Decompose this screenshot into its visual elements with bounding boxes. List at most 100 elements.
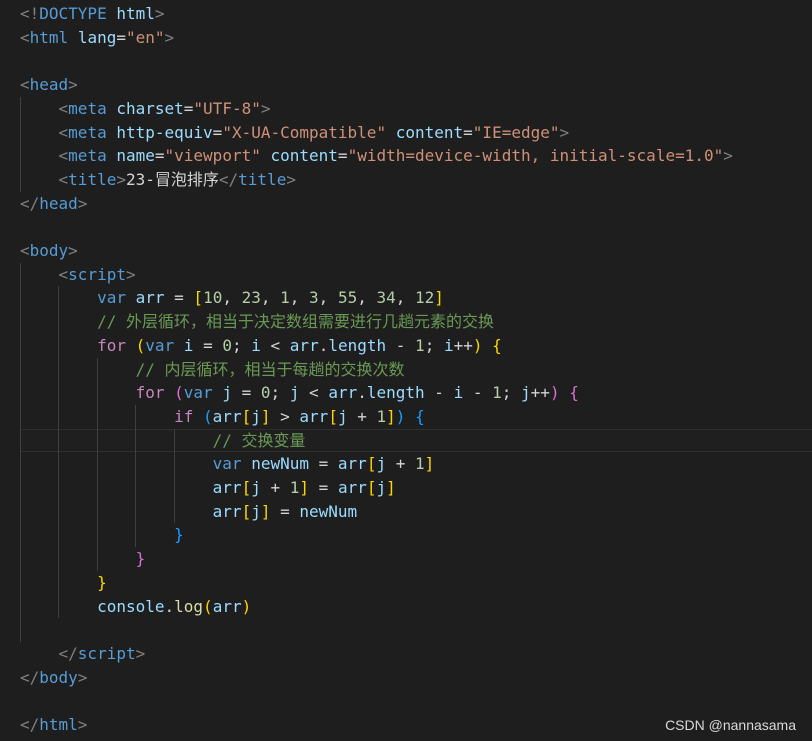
code-token: ,	[260, 288, 281, 308]
code-token: meta	[68, 122, 107, 142]
code-token: >	[77, 193, 88, 213]
code-editor[interactable]: <!DOCTYPE html> <html lang="en"> <head> <m…	[0, 0, 812, 741]
code-token: ;	[501, 383, 522, 403]
code-token: =	[154, 146, 165, 166]
code-line: }	[20, 571, 107, 595]
code-token: j	[337, 406, 348, 426]
code-line: console.log(arr)	[20, 595, 251, 619]
code-line: <html lang="en">	[20, 26, 174, 50]
code-token: =	[116, 27, 126, 47]
code-line: arr[j] = newNum	[20, 500, 358, 524]
code-line: <meta charset="UTF-8">	[20, 97, 271, 121]
code-token: >	[270, 406, 300, 426]
code-token: if	[174, 406, 194, 426]
code-token: arr	[289, 335, 319, 355]
code-token: var	[212, 454, 242, 474]
code-token: [	[241, 501, 252, 521]
code-token: title	[238, 169, 287, 189]
code-token: <	[58, 146, 69, 166]
code-token: <	[58, 169, 69, 189]
code-token: body	[29, 241, 69, 260]
code-token: =	[183, 98, 194, 118]
code-token: script	[77, 643, 136, 663]
code-token: 0	[222, 335, 232, 355]
code-token: length	[366, 383, 425, 403]
code-token: arr	[212, 501, 242, 521]
code-token: )	[241, 596, 252, 616]
code-token: console	[97, 596, 165, 616]
code-token: >	[77, 715, 88, 734]
code-token: ,	[222, 288, 242, 308]
code-token: .	[318, 335, 329, 355]
code-token: j	[376, 454, 387, 474]
code-token: =	[270, 501, 300, 521]
code-token: =	[337, 146, 348, 166]
code-token: j	[376, 478, 387, 497]
code-token: ;	[231, 335, 252, 355]
code-token: 23	[241, 288, 261, 308]
code-line: </html>	[20, 713, 87, 737]
code-token: http-equiv	[116, 122, 213, 142]
code-token: >	[77, 667, 88, 687]
code-token: <	[20, 27, 30, 47]
code-token: +	[260, 478, 290, 497]
code-token: 1	[492, 383, 502, 403]
code-token: <	[58, 122, 69, 142]
code-token: j	[222, 383, 232, 403]
code-token: </	[218, 169, 239, 189]
code-token: arr	[135, 288, 165, 308]
code-token: var	[183, 383, 213, 403]
code-token: head	[39, 193, 78, 213]
code-line: // 内层循环，相当于每趟的交换次数	[20, 358, 405, 382]
code-line: for (var j = 0; j < arr.length - i - 1; …	[20, 381, 579, 405]
code-token: // 交换变量	[212, 430, 306, 450]
code-token: >	[559, 122, 570, 142]
code-line: arr[j + 1] = arr[j]	[20, 476, 396, 500]
code-token: ;	[424, 335, 444, 355]
code-token: ]	[434, 288, 444, 308]
code-token: 55	[337, 288, 358, 308]
code-line: <script>	[20, 263, 136, 287]
code-token: -	[386, 335, 416, 355]
code-token: =	[164, 288, 194, 308]
code-token: i	[251, 335, 261, 355]
code-token: </	[58, 643, 78, 663]
code-token: <	[20, 241, 30, 260]
code-token: meta	[68, 98, 107, 118]
watermark: CSDN @nannasama	[665, 717, 796, 733]
code-token: 23-冒泡排序	[125, 169, 219, 189]
code-token: j	[251, 501, 261, 521]
code-token: html	[116, 4, 155, 23]
code-line: <head>	[20, 73, 78, 97]
code-token: html	[39, 715, 78, 734]
code-token: >	[723, 146, 733, 166]
code-token: =	[309, 454, 338, 474]
code-token: 1	[280, 288, 290, 308]
code-token: newNum	[251, 454, 309, 474]
code-token: html	[29, 27, 69, 47]
code-token: >	[116, 169, 126, 189]
code-token: "X-UA-Compatible"	[222, 122, 387, 142]
code-token: }	[174, 525, 184, 545]
code-token: for	[97, 335, 126, 355]
code-token: 34	[376, 288, 396, 308]
code-token: ++	[530, 383, 550, 403]
code-token: [	[241, 406, 252, 426]
code-token: (	[174, 383, 184, 403]
code-token: arr	[212, 406, 242, 426]
code-token: <!	[20, 4, 40, 23]
code-line: for (var i = 0; i < arr.length - 1; i++)…	[20, 334, 502, 358]
